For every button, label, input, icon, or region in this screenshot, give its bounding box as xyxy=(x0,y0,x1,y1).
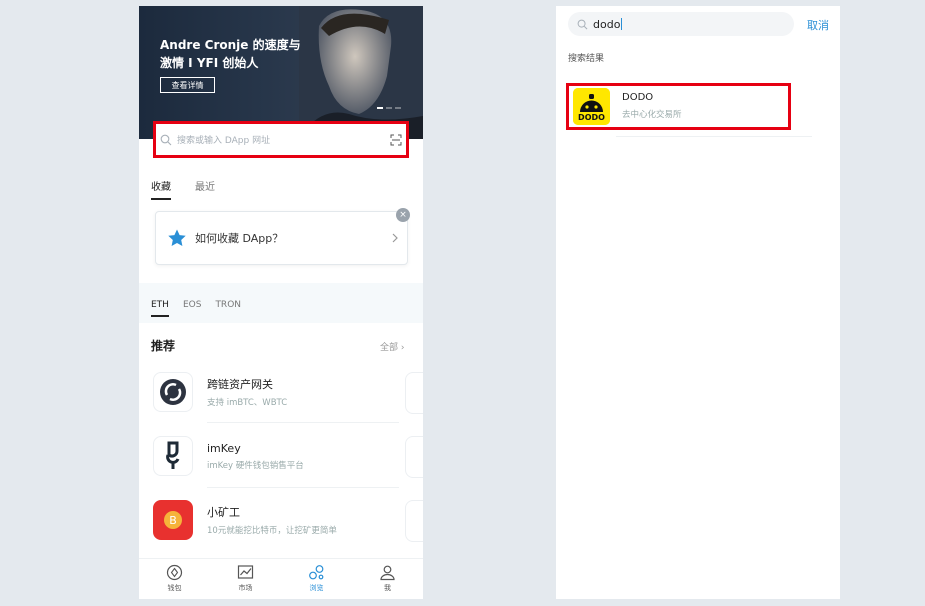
recommend-title: 推荐 xyxy=(151,339,176,353)
dapp-peek-card[interactable] xyxy=(405,500,423,542)
close-tip-button[interactable]: × xyxy=(396,208,410,222)
search-results-screen: dodo 取消 搜索结果 DODO DODO 去中心化交易所 xyxy=(556,6,840,599)
nav-browse[interactable]: 浏览 xyxy=(281,559,352,599)
search-result-item[interactable]: DODO DODO 去中心化交易所 xyxy=(566,83,791,130)
nav-label: 我 xyxy=(384,584,391,592)
nav-label: 市场 xyxy=(238,584,253,592)
tab-eos[interactable]: EOS xyxy=(183,300,201,317)
nav-me[interactable]: 我 xyxy=(352,559,423,599)
chevron-right-icon xyxy=(392,233,398,243)
tab-recent[interactable]: 最近 xyxy=(195,178,215,200)
scan-icon[interactable] xyxy=(390,134,402,146)
nav-wallet[interactable]: 钱包 xyxy=(139,559,210,599)
text-cursor xyxy=(621,18,623,30)
dapp-name: imKey xyxy=(207,441,241,455)
dapp-browser-screen: Andre Cronje 的速度与激情 I YFI 创始人 查看详情 搜索或输入… xyxy=(139,6,423,599)
carousel-dot[interactable] xyxy=(377,107,383,109)
see-all-link[interactable]: 全部 › xyxy=(380,340,404,353)
dapp-desc: 支持 imBTC、WBTC xyxy=(207,398,288,408)
market-icon xyxy=(237,565,254,579)
dapp-desc: imKey 硬件钱包销售平台 xyxy=(207,460,304,471)
divider xyxy=(207,422,399,423)
banner-title: Andre Cronje 的速度与激情 I YFI 创始人 xyxy=(160,38,301,70)
bottom-nav: 钱包 市场 浏览 我 xyxy=(139,558,423,599)
wallet-icon xyxy=(166,564,183,581)
tab-eth[interactable]: ETH xyxy=(151,300,169,317)
dapp-name: 小矿工 xyxy=(207,506,240,519)
imkey-icon xyxy=(153,436,193,476)
dodo-logo-text: DODO xyxy=(578,113,605,122)
dapp-peek-card[interactable] xyxy=(405,436,423,478)
dapp-item[interactable]: imKey imKey 硬件钱包销售平台 xyxy=(153,431,304,481)
dapp-item[interactable]: B 小矿工 10元就能挖比特币，让挖矿更简单 xyxy=(153,495,337,545)
divider xyxy=(207,487,399,488)
results-label: 搜索结果 xyxy=(568,54,605,64)
nav-market[interactable]: 市场 xyxy=(210,559,281,599)
tip-text: 如何收藏 DApp？ xyxy=(195,232,284,245)
search-input[interactable]: 搜索或输入 DApp 网址 xyxy=(177,133,390,146)
cross-chain-icon xyxy=(153,372,193,412)
cancel-button[interactable]: 取消 xyxy=(807,17,829,33)
search-input[interactable]: dodo xyxy=(593,18,620,31)
carousel-dot[interactable] xyxy=(395,107,401,109)
search-field[interactable]: dodo xyxy=(568,12,794,36)
carousel-dot[interactable] xyxy=(386,107,392,109)
favorites-tabs: 收藏 最近 xyxy=(151,178,215,200)
divider xyxy=(616,136,812,137)
how-to-favorite-card[interactable]: 如何收藏 DApp？ xyxy=(155,211,408,265)
nav-label: 浏览 xyxy=(309,584,324,592)
search-icon xyxy=(160,134,172,145)
star-icon xyxy=(168,229,186,246)
tab-tron[interactable]: TRON xyxy=(215,300,241,317)
miner-icon: B xyxy=(153,500,193,540)
tab-favorites[interactable]: 收藏 xyxy=(151,178,171,200)
view-details-button[interactable]: 查看详情 xyxy=(160,77,215,93)
dapp-desc: 10元就能挖比特币，让挖矿更简单 xyxy=(207,526,337,536)
browse-icon xyxy=(309,565,324,580)
result-name: DODO xyxy=(622,92,654,103)
dapp-search-box[interactable]: 搜索或输入 DApp 网址 xyxy=(153,121,409,158)
user-icon xyxy=(380,565,395,581)
dapp-item[interactable]: 跨链资产网关 支持 imBTC、WBTC xyxy=(153,367,287,417)
svg-text:B: B xyxy=(169,514,177,527)
search-icon xyxy=(577,19,588,29)
carousel-dots xyxy=(377,107,401,109)
dapp-name: 跨链资产网关 xyxy=(207,378,273,391)
portrait-image xyxy=(299,6,423,139)
dodo-logo-icon: DODO xyxy=(573,88,610,125)
promo-banner[interactable]: Andre Cronje 的速度与激情 I YFI 创始人 查看详情 xyxy=(139,6,423,139)
dapp-peek-card[interactable] xyxy=(405,372,423,414)
result-desc: 去中心化交易所 xyxy=(622,110,682,120)
nav-label: 钱包 xyxy=(167,584,182,592)
chain-tabs: ETH EOS TRON xyxy=(151,300,241,317)
